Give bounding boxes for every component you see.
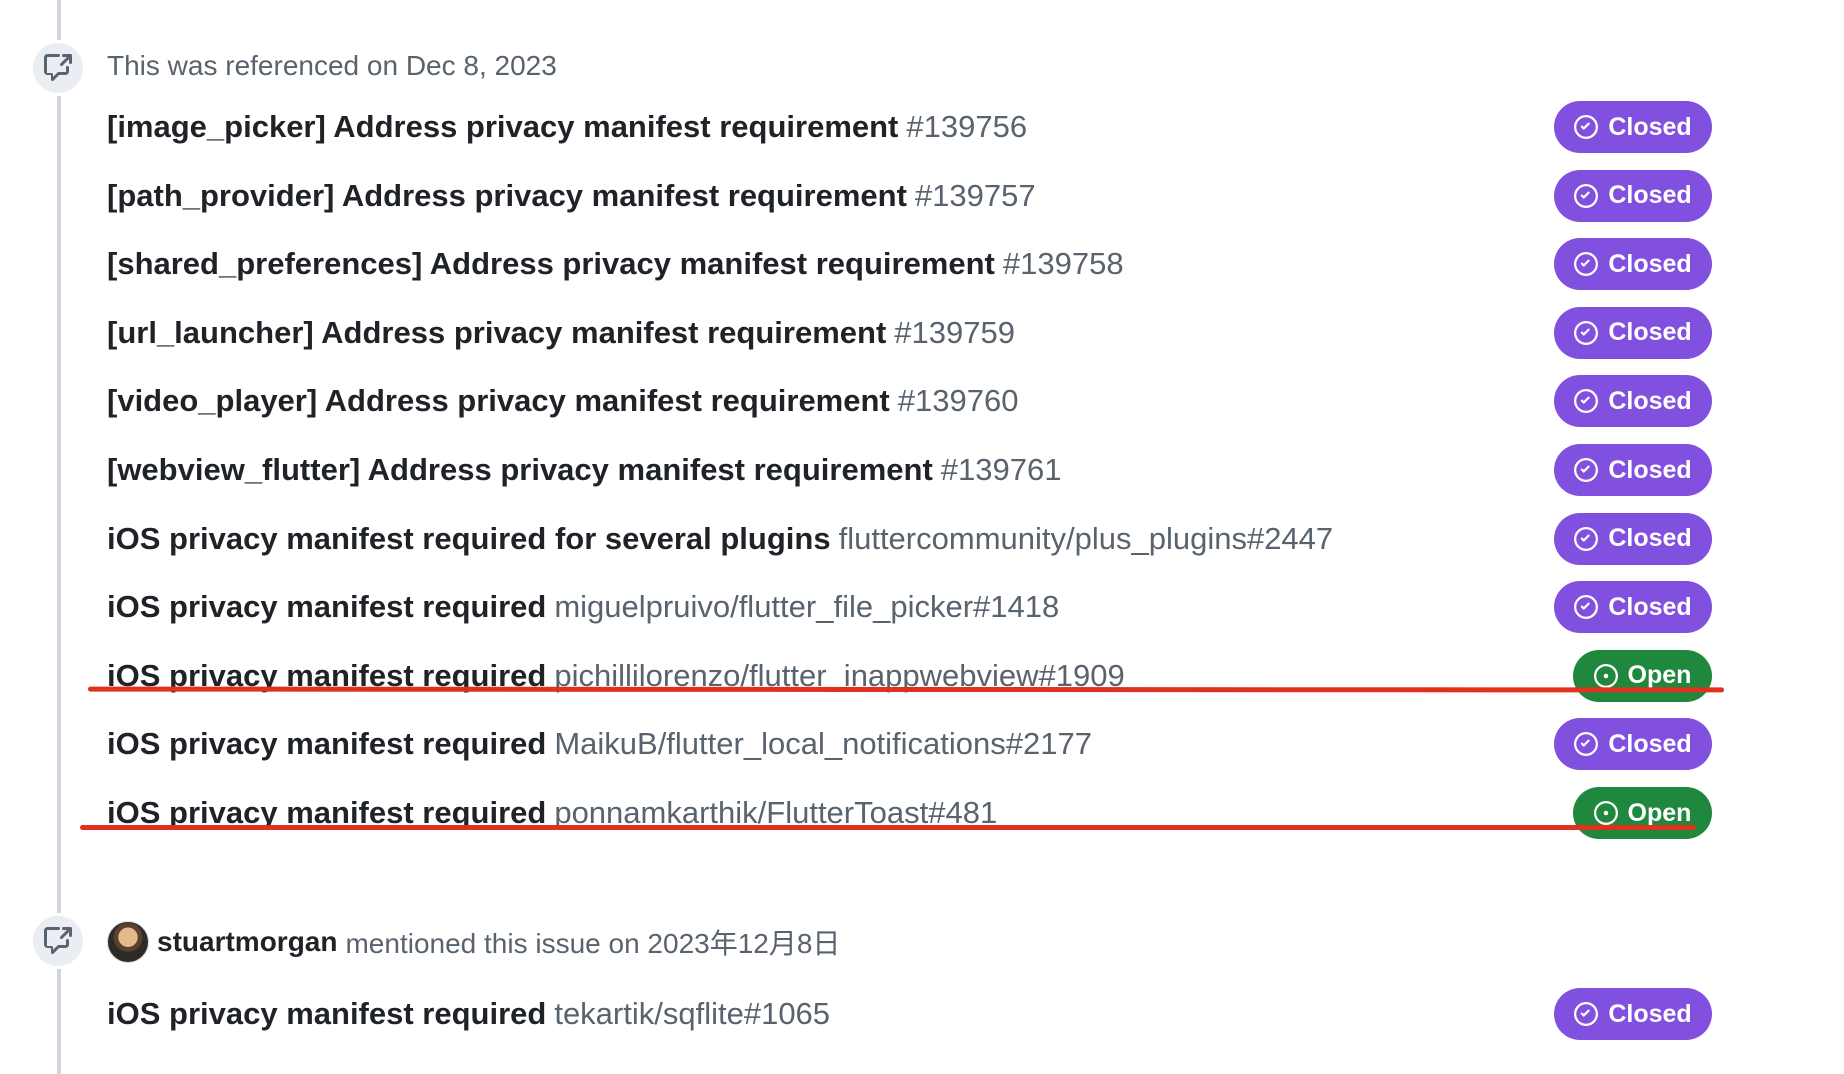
reference-number[interactable]: #139760 (898, 383, 1019, 418)
reference-title[interactable]: iOS privacy manifest required (107, 996, 546, 1031)
reference-item: [image_picker] Address privacy manifest … (107, 93, 1712, 161)
status-label: Open (1627, 661, 1692, 690)
status-label: Closed (1608, 999, 1692, 1028)
annotation-underline (87, 686, 1725, 693)
reference-number[interactable]: #139758 (1003, 246, 1124, 281)
reference-number[interactable]: tekartik/sqflite#1065 (554, 996, 830, 1031)
reference-number[interactable]: #139757 (915, 178, 1036, 213)
reference-link[interactable]: [url_launcher] Address privacy manifest … (107, 315, 1015, 351)
status-label: Closed (1608, 318, 1692, 347)
status-badge: Closed (1554, 306, 1712, 359)
check-circle-icon (1574, 252, 1599, 277)
reference-link[interactable]: iOS privacy manifest required miguelpruiv… (107, 589, 1059, 625)
check-circle-icon (1574, 732, 1599, 757)
status-badge: Open (1573, 787, 1712, 839)
status-badge: Closed (1554, 444, 1712, 496)
reference-title[interactable]: iOS privacy manifest required for severa… (107, 521, 831, 556)
event-header: stuartmorgan mentioned this issue on 202… (107, 920, 840, 964)
event-action-text: mentioned this issue on 2023年12月8日 (345, 928, 841, 959)
status-label: Open (1627, 798, 1692, 827)
reference-title[interactable]: [video_player] Address privacy manifest … (107, 383, 890, 418)
author-link[interactable]: stuartmorgan (157, 926, 337, 958)
reference-item: [shared_preferences] Address privacy man… (107, 230, 1712, 298)
event-header-text: This was referenced on Dec 8, 2023 (107, 50, 557, 81)
status-badge: Closed (1554, 101, 1712, 153)
reference-link[interactable]: [shared_preferences] Address privacy man… (107, 246, 1124, 282)
reference-link[interactable]: iOS privacy manifest required MaikuB/flut… (107, 726, 1092, 762)
status-label: Closed (1608, 181, 1692, 210)
reference-item: [path_provider] Address privacy manifest… (107, 162, 1712, 230)
status-label: Closed (1608, 249, 1692, 278)
reference-item: [url_launcher] Address privacy manifest … (107, 299, 1712, 367)
reference-title[interactable]: [shared_preferences] Address privacy man… (107, 246, 995, 281)
reference-title[interactable]: iOS privacy manifest required (107, 726, 546, 761)
reference-title[interactable]: [url_launcher] Address privacy manifest … (107, 315, 886, 350)
status-badge: Closed (1554, 375, 1712, 428)
reference-title[interactable]: [image_picker] Address privacy manifest … (107, 109, 898, 144)
check-circle-icon (1574, 458, 1599, 482)
event-header: This was referenced on Dec 8, 2023 (107, 46, 557, 86)
status-label: Closed (1608, 592, 1692, 621)
reference-item: iOS privacy manifest required miguelpruiv… (107, 573, 1712, 641)
reference-number[interactable]: MaikuB/flutter_local_notifications#2177 (554, 726, 1092, 761)
reference-item: [video_player] Address privacy manifest … (107, 367, 1712, 435)
status-label: Closed (1608, 386, 1692, 415)
cross-reference-icon (30, 40, 86, 96)
status-label: Closed (1608, 112, 1692, 141)
reference-link[interactable]: [path_provider] Address privacy manifest… (107, 178, 1036, 214)
reference-link[interactable]: [webview_flutter] Address privacy manife… (107, 452, 1061, 488)
reference-link[interactable]: iOS privacy manifest required tekartik/sq… (107, 996, 830, 1032)
check-circle-icon (1574, 1002, 1599, 1026)
issue-opened-icon (1593, 801, 1618, 825)
reference-item: [webview_flutter] Address privacy manife… (107, 436, 1712, 504)
avatar[interactable] (107, 921, 149, 963)
status-badge: Closed (1554, 581, 1712, 634)
reference-number[interactable]: miguelpruivo/flutter_file_picker#1418 (554, 589, 1059, 624)
check-circle-icon (1574, 526, 1599, 551)
reference-item: iOS privacy manifest required ponnamkarth… (107, 779, 1712, 847)
reference-item: iOS privacy manifest required MaikuB/flut… (107, 710, 1712, 778)
status-badge: Open (1573, 649, 1712, 702)
reference-number[interactable]: fluttercommunity/plus_plugins#2447 (839, 521, 1334, 556)
reference-link[interactable]: iOS privacy manifest required for severa… (107, 521, 1333, 557)
status-badge: Closed (1554, 718, 1712, 771)
check-circle-icon (1574, 183, 1599, 208)
status-badge: Closed (1554, 238, 1712, 291)
reference-title[interactable]: [webview_flutter] Address privacy manife… (107, 452, 933, 487)
status-badge: Closed (1554, 512, 1712, 565)
reference-link[interactable]: [image_picker] Address privacy manifest … (107, 109, 1027, 145)
status-badge: Closed (1554, 169, 1712, 222)
reference-link[interactable]: [video_player] Address privacy manifest … (107, 383, 1018, 419)
status-label: Closed (1608, 455, 1692, 484)
reference-number[interactable]: #139761 (941, 452, 1062, 487)
status-label: Closed (1608, 729, 1692, 758)
status-label: Closed (1608, 524, 1692, 553)
check-circle-icon (1574, 595, 1599, 620)
reference-item: iOS privacy manifest required for severa… (107, 505, 1712, 573)
reference-item: iOS privacy manifest required tekartik/sq… (107, 980, 1712, 1048)
reference-item: iOS privacy manifest required pichillilor… (107, 642, 1712, 710)
cross-reference-icon (30, 913, 86, 969)
annotation-underline (80, 825, 1696, 830)
check-circle-icon (1574, 389, 1599, 414)
check-circle-icon (1574, 115, 1599, 139)
issue-opened-icon (1593, 663, 1618, 688)
reference-number[interactable]: #139759 (894, 315, 1015, 350)
reference-title[interactable]: [path_provider] Address privacy manifest… (107, 178, 907, 213)
reference-title[interactable]: iOS privacy manifest required (107, 589, 546, 624)
status-badge: Closed (1554, 988, 1712, 1040)
reference-number[interactable]: #139756 (906, 109, 1027, 144)
check-circle-icon (1574, 320, 1599, 345)
